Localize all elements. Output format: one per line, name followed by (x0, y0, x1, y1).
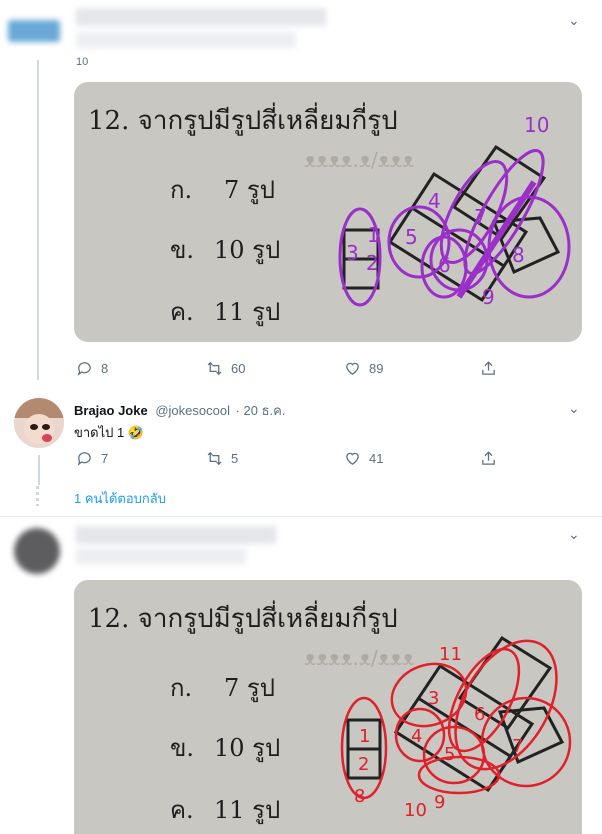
blurred-username (76, 8, 326, 26)
like-button[interactable]: 89 (344, 360, 383, 377)
retweet-button[interactable]: 60 (206, 360, 245, 377)
svg-text:9: 9 (482, 285, 495, 309)
reply-count: 7 (101, 451, 109, 466)
svg-text:8: 8 (512, 243, 525, 267)
retweet-icon (207, 451, 222, 466)
divider (0, 516, 602, 517)
partial-text: 10 (76, 56, 89, 68)
svg-text:ᴥᴥᴥᴥ.ᴥ/ᴥᴥᴥ: ᴥᴥᴥᴥ.ᴥ/ᴥᴥᴥ (304, 148, 414, 172)
blurred-username (76, 526, 276, 544)
reply-button[interactable]: 7 (76, 450, 108, 467)
svg-text:3: 3 (346, 241, 359, 265)
chevron-down-icon[interactable]: ⌄ (568, 12, 580, 29)
retweet-count: 60 (231, 361, 246, 376)
svg-text:7: 7 (512, 736, 523, 757)
like-count: 41 (369, 451, 384, 466)
blurred-text (76, 32, 296, 48)
handle[interactable]: @jokesocool (155, 403, 230, 418)
retweet-icon (207, 361, 222, 376)
blurred-avatar (14, 528, 60, 574)
show-replies-link[interactable]: 1 คนได้ตอบกลับ (74, 488, 166, 509)
thread-line (38, 455, 40, 485)
heart-icon (346, 362, 359, 375)
svg-text:1: 1 (359, 726, 370, 747)
svg-text:9: 9 (434, 792, 445, 813)
like-button[interactable]: 41 (344, 450, 383, 467)
svg-text:2: 2 (366, 251, 379, 275)
svg-text:7: 7 (474, 205, 487, 229)
retweet-button[interactable]: 5 (206, 450, 238, 467)
share-icon (482, 451, 495, 465)
anno-11: 11 (439, 644, 462, 665)
tweet-photo[interactable]: 12. จากรูปมีรูปสี่เหลี่ยมกี่รูป ก. 7 รูป… (74, 82, 582, 342)
tweet-text: ขาดไป 1 🤣 (74, 425, 145, 440)
svg-text:6: 6 (474, 704, 485, 725)
share-button[interactable] (480, 360, 497, 377)
retweet-count: 5 (231, 451, 239, 466)
share-icon (482, 361, 495, 375)
reply-icon (77, 452, 91, 466)
svg-text:10: 10 (404, 800, 427, 821)
svg-text:ᴥᴥᴥᴥ.ᴥ/ᴥᴥᴥ: ᴥᴥᴥᴥ.ᴥ/ᴥᴥᴥ (304, 646, 414, 670)
display-name[interactable]: Brajao Joke (74, 403, 148, 418)
share-button[interactable] (480, 450, 497, 467)
svg-text:6: 6 (438, 253, 451, 277)
reply-button[interactable]: 8 (76, 360, 108, 377)
thread-dots (36, 486, 39, 506)
svg-text:4: 4 (411, 726, 422, 747)
reply-count: 8 (101, 361, 109, 376)
reply-icon (77, 362, 91, 376)
svg-text:1: 1 (367, 223, 380, 247)
timestamp[interactable]: · 20 ธ.ค. (236, 403, 286, 418)
svg-text:3: 3 (428, 688, 439, 709)
blurred-avatar (8, 20, 60, 42)
svg-text:8: 8 (354, 786, 365, 807)
svg-text:2: 2 (358, 754, 369, 775)
chevron-down-icon[interactable]: ⌄ (568, 400, 580, 417)
svg-text:5: 5 (405, 225, 418, 249)
heart-icon (346, 452, 359, 465)
tweet-photo[interactable]: 12. จากรูปมีรูปสี่เหลี่ยมกี่รูป ก. 7 รูป… (74, 580, 582, 834)
rectangles-drawing: ᴥᴥᴥᴥ.ᴥ/ᴥᴥᴥ 11 1 2 3 4 5 6 7 8 9 10 (304, 635, 572, 821)
blurred-text (76, 548, 246, 564)
like-count: 89 (369, 361, 384, 376)
svg-text:4: 4 (428, 189, 441, 213)
thread-line (37, 60, 39, 380)
anno-10: 10 (524, 113, 549, 137)
chevron-down-icon[interactable]: ⌄ (568, 526, 580, 543)
rectangles-drawing: ᴥᴥᴥᴥ.ᴥ/ᴥᴥᴥ 10 1 2 3 4 5 6 7 8 9 (304, 113, 571, 309)
svg-text:5: 5 (444, 744, 455, 765)
avatar[interactable] (14, 398, 64, 448)
